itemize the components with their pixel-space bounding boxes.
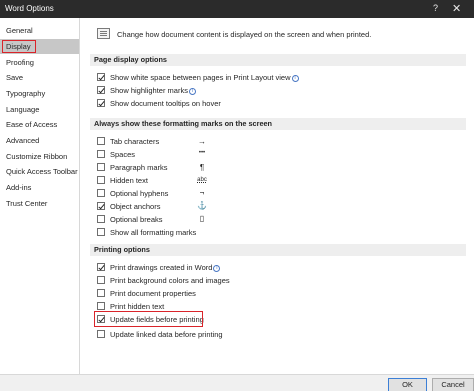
option-label: Print drawings created in Word [110,263,213,272]
title-bar: Word Options ? ✕ [0,0,474,18]
option-label: Object anchors [110,202,161,211]
pilcrow-icon: ¶ [199,163,205,172]
option-label-wrap: Show white space between pages in Print … [110,72,299,83]
dots-icon: ••• [198,150,206,156]
close-icon[interactable]: ✕ [452,2,461,15]
hyphen-icon: ¬ [199,188,205,197]
sidebar-item-language[interactable]: Language [0,102,79,117]
checkbox[interactable] [97,163,105,171]
option-label: Paragraph marks [110,163,168,172]
checkbox[interactable] [97,330,105,338]
hidden-text-icon: abc [197,177,207,183]
section-header-printing: Printing options [90,244,466,256]
section-header-formatting-marks: Always show these formatting marks on th… [90,118,466,130]
sidebar-item-add-ins[interactable]: Add-ins [0,180,79,195]
cancel-button[interactable]: Cancel [432,378,474,391]
intro-text: Change how document content is displayed… [117,30,372,39]
sidebar-item-customize-ribbon[interactable]: Customize Ribbon [0,149,79,164]
checkbox[interactable] [97,289,105,297]
option-label: Optional breaks [110,215,163,224]
option-label: Hidden text [110,176,148,185]
checkbox[interactable] [97,302,105,310]
checkbox[interactable] [97,215,105,223]
checkbox[interactable] [97,137,105,145]
window-title: Word Options [5,4,54,13]
sidebar-item-ease-of-access[interactable]: Ease of Access [0,117,79,132]
sidebar-item-quick-access-toolbar[interactable]: Quick Access Toolbar [0,164,79,179]
info-icon: i [213,265,221,272]
option-label: Tab characters [110,137,160,146]
checkbox[interactable] [97,263,105,271]
main-panel: Change how document content is displayed… [81,18,474,374]
sidebar-item-trust-center[interactable]: Trust Center [0,196,79,211]
arrow-icon: → [198,137,206,146]
info-icon: i [291,75,299,82]
option-label: Print background colors and images [110,276,230,285]
checkbox[interactable] [97,150,105,158]
sidebar-item-general[interactable]: General [0,23,79,38]
option-label: Show all formatting marks [110,228,197,237]
sidebar-item-proofing[interactable]: Proofing [0,55,79,70]
break-icon: ▯ [199,214,205,223]
checkbox[interactable] [97,189,105,197]
sidebar-item-display[interactable]: Display [0,39,79,54]
highlight-box [94,311,203,327]
checkbox[interactable] [97,276,105,284]
info-icon: i [188,88,196,95]
option-label: Optional hyphens [110,189,169,198]
checkbox[interactable] [97,202,105,210]
ok-button[interactable]: OK [388,378,427,391]
help-icon[interactable]: ? [433,3,438,13]
highlight-box [2,40,36,53]
option-label: Show highlighter marks [110,86,188,95]
section-header-page-display: Page display options [90,54,466,66]
option-label-wrap: Print drawings created in Word i [110,262,221,273]
option-label: Update linked data before printing [110,330,223,339]
option-label-wrap: Show highlighter marks i [110,85,196,96]
sidebar-item-advanced[interactable]: Advanced [0,133,79,148]
anchor-icon: ⚓ [197,201,207,210]
sidebar-item-save[interactable]: Save [0,70,79,85]
sidebar: General Display Proofing Save Typography… [0,18,80,374]
option-label: Show white space between pages in Print … [110,73,291,82]
sidebar-item-typography[interactable]: Typography [0,86,79,101]
checkbox[interactable] [97,99,105,107]
option-label: Show document tooltips on hover [110,99,221,108]
display-icon [97,28,110,39]
checkbox[interactable] [97,228,105,236]
checkbox[interactable] [97,176,105,184]
checkbox[interactable] [97,73,105,81]
option-label: Spaces [110,150,136,159]
dialog-footer: OK Cancel [0,374,474,391]
checkbox[interactable] [97,86,105,94]
option-label: Print document properties [110,289,196,298]
